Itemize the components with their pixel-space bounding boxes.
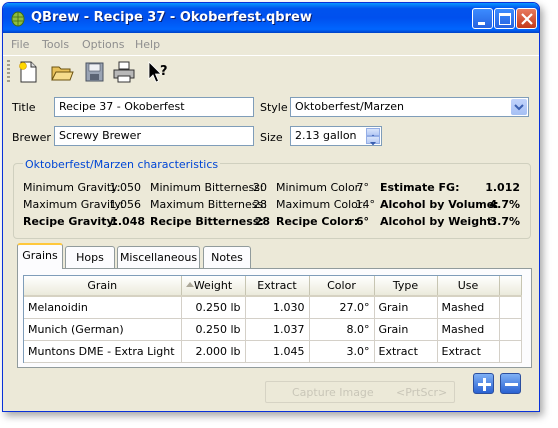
capture-image-label: Capture Image	[292, 386, 374, 399]
size-label: Size	[260, 131, 283, 144]
grains-table: Grain Weight Extract Color Type Use Mela…	[24, 276, 522, 363]
spin-down-icon[interactable]	[366, 136, 380, 145]
menu-help[interactable]: Help	[135, 38, 160, 51]
use-cell[interactable]: Mashed	[437, 318, 500, 341]
min-color-value: 7°	[356, 181, 370, 194]
column-header-grain[interactable]: Grain	[24, 276, 194, 297]
color-cell[interactable]: 8.0°	[309, 318, 375, 341]
characteristics-title: Oktoberfest/Marzen characteristics	[23, 158, 221, 171]
color-cell[interactable]: 3.0°	[309, 340, 375, 363]
type-cell[interactable]: Grain	[374, 318, 438, 341]
column-header-color[interactable]: Color	[309, 276, 375, 297]
title-input[interactable]: Recipe 37 - Okoberfest	[54, 97, 254, 117]
extract-cell[interactable]: 1.037	[245, 318, 310, 341]
weight-cell[interactable]: 2.000 lb	[181, 340, 246, 363]
table-row[interactable]: Muntons DME - Extra Light 2.000 lb 1.045…	[24, 340, 522, 363]
minimize-button[interactable]	[472, 8, 493, 29]
maximize-button[interactable]	[494, 8, 515, 29]
spin-up-icon[interactable]	[366, 128, 380, 138]
weight-cell[interactable]: 0.250 lb	[181, 296, 246, 319]
window-title: QBrew - Recipe 37 - Okoberfest.qbrew	[31, 10, 312, 25]
style-select-value: Oktoberfest/Marzen	[295, 100, 405, 113]
close-button[interactable]	[516, 8, 537, 29]
grain-name-cell[interactable]: Melanoidin	[24, 296, 182, 319]
save-disk-icon[interactable]	[81, 59, 107, 85]
tab-hops[interactable]: Hops	[65, 246, 115, 268]
abv-value: 4.7%	[489, 198, 520, 211]
size-spinbox[interactable]: 2.13 gallon	[290, 126, 382, 146]
size-spinbox-value: 2.13 gallon	[295, 129, 357, 142]
grain-name-cell[interactable]: Munich (German)	[24, 318, 182, 341]
style-select[interactable]: Oktoberfest/Marzen	[290, 97, 529, 117]
color-cell[interactable]: 27.0°	[309, 296, 375, 319]
column-header-use[interactable]: Use	[437, 276, 500, 297]
max-color-value: 14°	[355, 198, 376, 211]
sort-ascending-icon	[186, 282, 194, 287]
weight-cell[interactable]: 0.250 lb	[181, 318, 246, 341]
toolbar: ?	[3, 55, 539, 87]
column-header-grain-label: Grain	[87, 279, 118, 292]
minus-icon	[505, 383, 518, 386]
type-cell[interactable]: Grain	[374, 296, 438, 319]
max-bitterness-value: 28	[253, 198, 267, 211]
column-header-type[interactable]: Type	[374, 276, 438, 297]
add-ingredient-button[interactable]	[473, 373, 494, 394]
whats-this-help-icon[interactable]: ?	[145, 59, 171, 85]
style-label: Style	[260, 101, 288, 114]
recipe-bitterness-value: 28	[254, 215, 270, 228]
capture-shortcut-label: <PrtScr>	[396, 386, 448, 399]
title-bar[interactable]: QBrew - Recipe 37 - Okoberfest.qbrew	[3, 3, 539, 33]
plus-icon	[478, 378, 491, 391]
type-cell[interactable]: Extract	[374, 340, 438, 363]
recipe-color-label: Recipe Color:	[276, 215, 359, 228]
minimize-icon	[478, 22, 485, 25]
min-bitterness-value: 20	[253, 181, 267, 194]
capture-image-overlay: Capture Image <PrtScr>	[265, 381, 455, 403]
hop-leaf-icon	[11, 11, 25, 27]
abw-label: Alcohol by Weight:	[380, 215, 497, 228]
use-cell[interactable]: Extract	[437, 340, 500, 363]
title-label: Title	[12, 101, 36, 114]
recipe-color-value: 6°	[355, 215, 369, 228]
filler-cell	[499, 340, 522, 363]
min-gravity-value: 1.050	[109, 181, 142, 194]
close-icon	[521, 13, 533, 25]
menu-file[interactable]: File	[11, 38, 29, 51]
print-icon[interactable]	[111, 59, 137, 85]
column-header-filler	[499, 276, 522, 297]
min-color-label: Minimum Color:	[276, 181, 363, 194]
extract-cell[interactable]: 1.030	[245, 296, 310, 319]
main-window: QBrew - Recipe 37 - Okoberfest.qbrew Fil…	[2, 2, 540, 412]
abv-label: Alcohol by Volume:	[380, 198, 499, 211]
filler-cell	[499, 318, 522, 341]
column-header-extract[interactable]: Extract	[245, 276, 310, 297]
max-gravity-value: 1.056	[109, 198, 142, 211]
estimate-fg-label: Estimate FG:	[380, 181, 460, 194]
extract-cell[interactable]: 1.045	[245, 340, 310, 363]
tab-miscellaneous[interactable]: Miscellaneous	[117, 246, 200, 268]
tab-notes[interactable]: Notes	[203, 246, 251, 268]
chevron-down-icon[interactable]	[511, 99, 527, 115]
new-file-icon[interactable]	[15, 59, 41, 85]
menu-bar: File Tools Options Help	[3, 33, 539, 55]
maximize-icon	[499, 13, 511, 25]
brewer-input[interactable]: Screwy Brewer	[54, 126, 254, 146]
open-folder-icon[interactable]	[49, 59, 75, 85]
recipe-gravity-value: 1.048	[110, 215, 145, 228]
filler-cell	[499, 296, 522, 319]
toolbar-grip[interactable]	[7, 60, 10, 84]
table-row[interactable]: Munich (German) 0.250 lb 1.037 8.0° Grai…	[24, 318, 522, 341]
brewer-label: Brewer	[12, 131, 51, 144]
svg-text:?: ?	[160, 64, 168, 79]
tab-grains[interactable]: Grains	[17, 243, 63, 269]
abw-value: 3.7%	[489, 215, 520, 228]
estimate-fg-value: 1.012	[485, 181, 520, 194]
grain-name-cell[interactable]: Muntons DME - Extra Light	[24, 340, 182, 363]
menu-options[interactable]: Options	[82, 38, 124, 51]
menu-tools[interactable]: Tools	[42, 38, 69, 51]
remove-ingredient-button[interactable]	[500, 373, 521, 394]
table-row[interactable]: Melanoidin 0.250 lb 1.030 27.0° Grain Ma…	[24, 296, 522, 319]
use-cell[interactable]: Mashed	[437, 296, 500, 319]
